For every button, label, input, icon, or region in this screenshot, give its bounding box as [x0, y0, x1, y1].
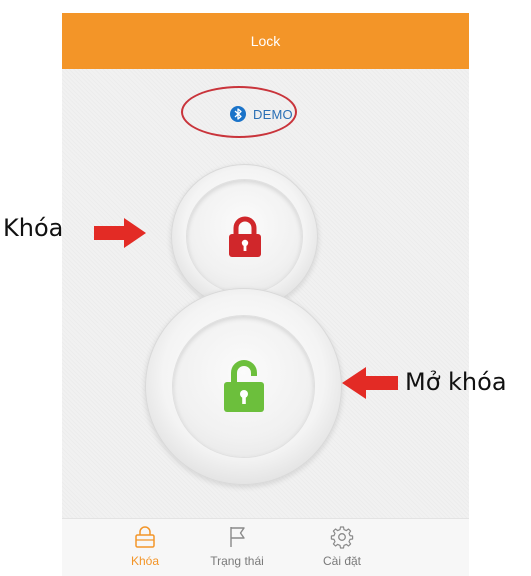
- bottom-tab-bar: Khóa Trạng thái Cài đặt: [62, 518, 469, 576]
- tab-status-label: Trạng thái: [210, 554, 264, 568]
- unlock-annotation-label: Mở khóa: [405, 368, 507, 396]
- screenshot-stage: Lock DEMO Khóa Trạng thái Cài đặt Khóa M…: [0, 0, 531, 576]
- lock-annotation-label: Khóa: [3, 214, 64, 242]
- tab-settings[interactable]: Cài đặt: [297, 525, 387, 568]
- app-header: Lock: [62, 13, 469, 69]
- device-highlight-ring: [181, 86, 297, 138]
- tab-status[interactable]: Trạng thái: [192, 525, 282, 568]
- lock-outline-icon: [135, 526, 155, 548]
- tab-lock-label: Khóa: [130, 554, 160, 568]
- page-title: Lock: [250, 33, 281, 49]
- gear-icon: [330, 526, 354, 549]
- tab-settings-label: Cài đặt: [322, 554, 362, 568]
- tab-lock[interactable]: Khóa: [100, 525, 190, 568]
- unlocked-padlock-icon: [223, 359, 264, 412]
- flag-icon: [230, 527, 245, 547]
- right-arrow-icon: [94, 218, 146, 248]
- unlock-button-face[interactable]: [173, 316, 314, 457]
- left-arrow-icon: [342, 367, 398, 399]
- unlock-button[interactable]: [145, 288, 342, 485]
- locked-padlock-icon: [228, 216, 261, 257]
- app-screen: Lock DEMO Khóa Trạng thái Cài đặt: [62, 13, 469, 576]
- lock-button-face[interactable]: [187, 180, 302, 293]
